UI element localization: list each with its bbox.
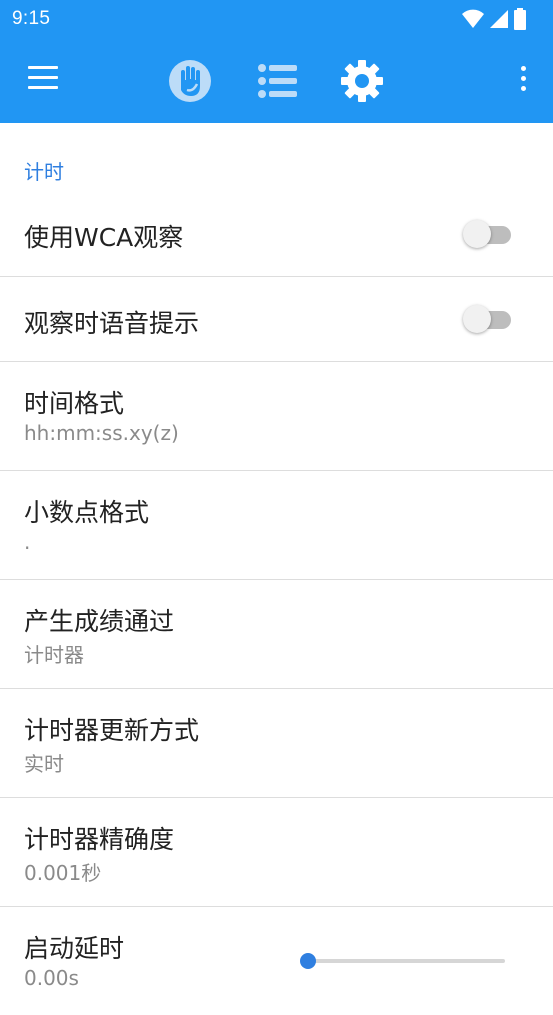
setting-summary: 0.00s — [24, 966, 79, 990]
gear-icon[interactable] — [339, 58, 385, 104]
setting-decimal-format[interactable]: 小数点格式 . — [0, 471, 553, 580]
slider-thumb[interactable] — [300, 953, 316, 969]
section-header: 计时 — [24, 160, 64, 184]
wca-inspection-switch[interactable] — [463, 216, 513, 250]
wifi-icon — [462, 9, 484, 28]
list-icon[interactable] — [254, 58, 300, 104]
setting-start-delay[interactable]: 启动延时 0.00s — [0, 907, 553, 1015]
setting-timer-update[interactable]: 计时器更新方式 实时 — [0, 689, 553, 798]
battery-icon — [514, 8, 526, 30]
status-icons — [461, 8, 541, 30]
setting-voice-alert[interactable]: 观察时语音提示 — [0, 277, 553, 362]
more-options-button[interactable] — [517, 66, 529, 96]
setting-title: 启动延时 — [24, 934, 125, 963]
setting-summary: 0.001秒 — [24, 861, 102, 885]
setting-result-source[interactable]: 产生成绩通过 计时器 — [0, 580, 553, 689]
setting-summary: . — [24, 530, 31, 554]
setting-summary: 实时 — [24, 752, 64, 776]
hand-icon[interactable] — [167, 58, 213, 104]
signal-icon — [490, 10, 508, 28]
menu-button[interactable] — [24, 66, 62, 94]
app-bar: 9:15 — [0, 0, 553, 123]
setting-title: 观察时语音提示 — [24, 309, 200, 338]
more-vert-icon — [520, 66, 526, 71]
setting-title: 小数点格式 — [24, 498, 150, 527]
setting-title: 计时器更新方式 — [24, 716, 200, 745]
setting-title: 使用WCA观察 — [24, 223, 184, 252]
setting-summary: hh:mm:ss.xy(z) — [24, 421, 179, 445]
status-time: 9:15 — [12, 8, 51, 29]
setting-wca-inspection[interactable]: 使用WCA观察 — [0, 191, 553, 277]
setting-title: 计时器精确度 — [24, 825, 175, 854]
setting-time-format[interactable]: 时间格式 hh:mm:ss.xy(z) — [0, 362, 553, 471]
setting-summary: 计时器 — [24, 643, 84, 667]
menu-icon — [28, 66, 58, 69]
setting-title: 时间格式 — [24, 389, 125, 418]
setting-title: 产生成绩通过 — [24, 607, 175, 636]
voice-alert-switch[interactable] — [463, 301, 513, 335]
start-delay-slider[interactable] — [300, 951, 505, 971]
setting-timer-precision[interactable]: 计时器精确度 0.001秒 — [0, 798, 553, 907]
